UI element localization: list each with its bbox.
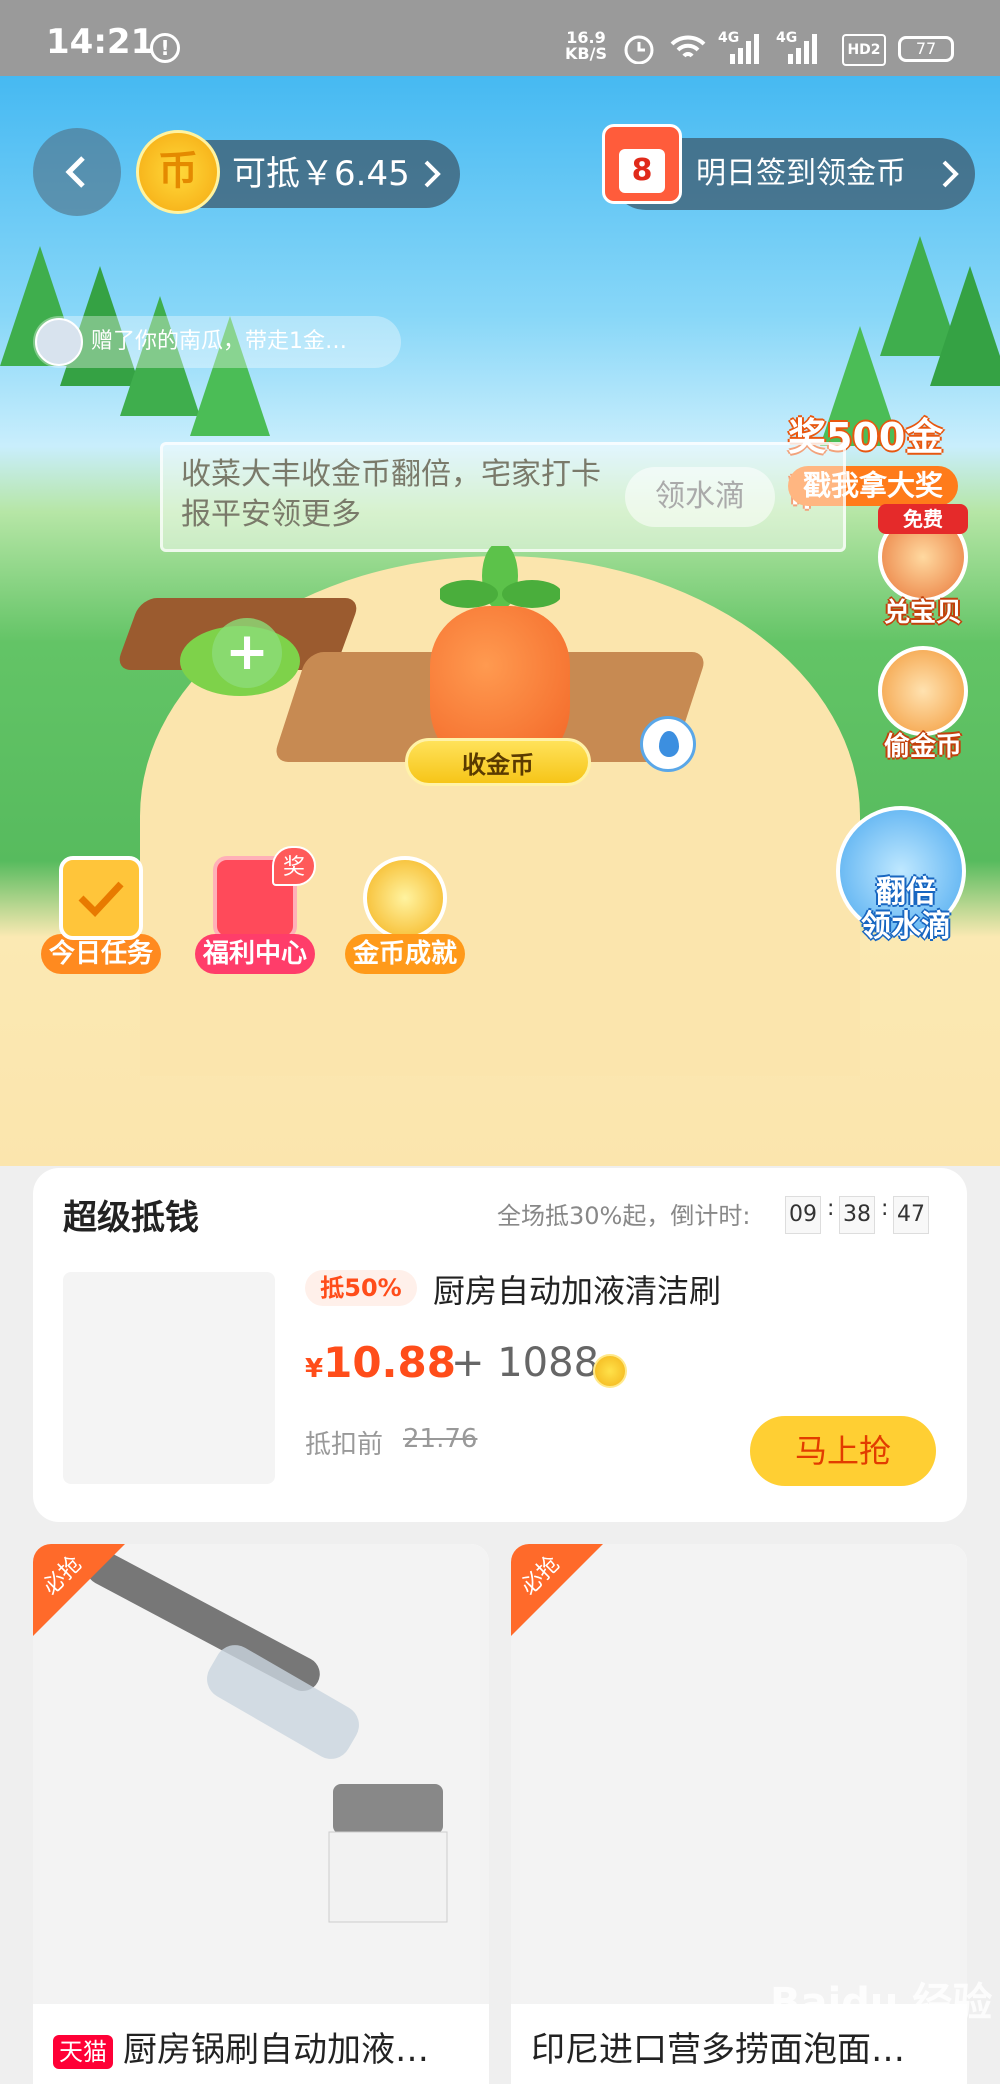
signal-icon-2 (788, 34, 817, 64)
product-price: ¥10.88 (305, 1338, 456, 1387)
coin-icon: 币 (136, 130, 220, 214)
status-time: 14:21 (46, 22, 155, 62)
exchange-treasure-button[interactable]: 免费 兑宝贝 (868, 504, 978, 629)
friend-message-pill[interactable]: 赠了你的南瓜，带走1金… (33, 316, 401, 368)
tmall-badge: 天猫 (53, 2034, 113, 2069)
original-price: 21.76 (403, 1424, 478, 1454)
daily-tasks-label: 今日任务 (40, 934, 161, 974)
plus-coins: + 1088 (451, 1340, 600, 1386)
welfare-center-label: 福利中心 (194, 934, 315, 974)
chevron-left-icon (65, 156, 85, 188)
status-bar: 14:21 ! 16.9 KB/S 4G 4G HD2 77 (0, 0, 1000, 76)
coin-balance-text: 可抵￥6.45 (232, 154, 410, 194)
exchange-label: 兑宝贝 (883, 598, 962, 628)
reward-badge: 奖 (272, 846, 316, 886)
countdown-seconds: 47 (893, 1196, 929, 1234)
farm-scene: 币 可抵￥6.45 8 明日签到领金币 赠了你的南瓜，带走1金… 奖500金币 … (0, 76, 1000, 1166)
watermark: Baidu 经验 (770, 1980, 993, 2026)
product-title-text: 厨房锅刷自动加液… (123, 2030, 429, 2070)
calendar-icon: 8 (602, 124, 682, 204)
hand-coin-icon (878, 646, 968, 736)
double-water-line1: 翻倍 (876, 875, 936, 910)
back-button[interactable] (33, 128, 121, 216)
avatar (35, 318, 83, 366)
coin-icon (593, 1354, 627, 1388)
countdown-minutes: 38 (839, 1196, 875, 1234)
alarm-icon (624, 35, 654, 64)
steal-coins-button[interactable]: 偷金币 (868, 646, 978, 763)
discount-tag: 抵50% (305, 1270, 417, 1306)
coin-balance-pill[interactable]: 币 可抵￥6.45 (136, 130, 460, 214)
tip-bubble: 收菜大丰收金币翻倍，宅家打卡报平安领更多 领水滴 (160, 442, 846, 552)
daily-tasks-button[interactable]: 今日任务 (36, 856, 166, 974)
product-thumbnail[interactable] (63, 1272, 275, 1484)
coin-achievement-button[interactable]: 金币成就 (340, 856, 470, 974)
countdown-colon: : (827, 1196, 835, 1221)
price-symbol: ¥ (305, 1354, 324, 1384)
countdown-colon: : (881, 1196, 889, 1221)
net-speed: 16.9 KB/S (565, 30, 607, 62)
sign-in-pill[interactable]: 8 明日签到领金币 (602, 124, 975, 210)
coin-achievement-label: 金币成就 (344, 934, 465, 974)
wifi-icon (670, 35, 706, 58)
check-icon (78, 881, 124, 918)
product-title: 印尼进口营多捞面泡面… (531, 2030, 905, 2070)
super-deal-title: 超级抵钱 (63, 1198, 199, 1238)
product-title: 天猫 厨房锅刷自动加液… (53, 2022, 429, 2071)
checklist-icon (59, 856, 143, 940)
steal-label: 偷金币 (883, 732, 962, 762)
medal-icon (363, 856, 447, 940)
product-name[interactable]: 厨房自动加液清洁刷 (433, 1266, 721, 1312)
sign-in-text: 明日签到领金币 (696, 156, 906, 191)
friend-message-text: 赠了你的南瓜，带走1金… (91, 329, 347, 354)
free-badge: 免费 (878, 504, 968, 534)
original-price-label: 抵扣前 (305, 1430, 384, 1460)
get-water-button[interactable]: 领水滴 (625, 467, 775, 527)
net-speed-unit: KB/S (565, 44, 607, 63)
countdown-hours: 09 (785, 1196, 821, 1234)
calendar-day: 8 (619, 149, 665, 193)
battery-icon: 77 (898, 36, 954, 62)
double-water-line2: 领水滴 (861, 909, 951, 944)
tip-text: 收菜大丰收金币翻倍，宅家打卡报平安领更多 (181, 457, 601, 532)
chevron-right-icon (424, 160, 441, 188)
price-value: 10.88 (323, 1338, 456, 1387)
collect-coins-button[interactable]: 收金币 (405, 738, 591, 786)
signal-icon-1 (730, 34, 759, 64)
buy-now-button[interactable]: 马上抢 (750, 1416, 936, 1486)
tree-decoration (930, 266, 1000, 386)
countdown-label: 全场抵30%起，倒计时: (497, 1202, 751, 1230)
plus-icon[interactable]: + (212, 618, 282, 688)
hd-icon: HD2 (842, 34, 886, 66)
water-drop-icon[interactable] (640, 716, 696, 772)
double-water-label[interactable]: 翻倍 领水滴 (846, 876, 966, 944)
super-deal-card: 超级抵钱 全场抵30%起，倒计时: 09 : 38 : 47 抵50% 厨房自动… (33, 1168, 967, 1522)
alert-icon: ! (150, 33, 180, 63)
product-card[interactable]: 必抢 天猫 厨房锅刷自动加液… (33, 1544, 489, 2084)
chevron-right-icon (942, 160, 959, 188)
